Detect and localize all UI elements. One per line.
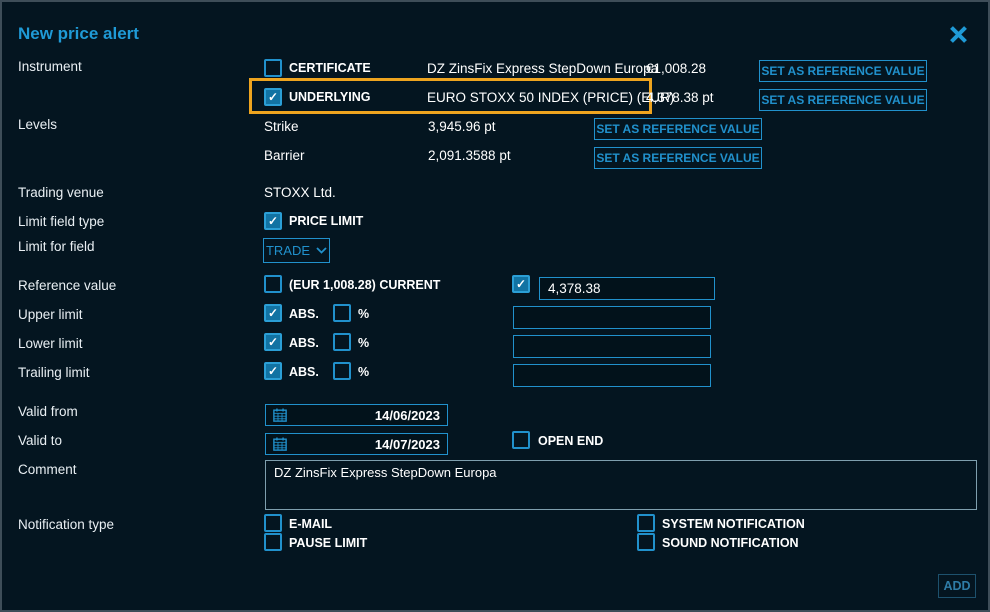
lower-limit-abs-label: ABS. [289,336,319,350]
dialog-title: New price alert [18,24,139,44]
trailing-limit-pct-label: % [358,365,369,379]
trailing-limit-pct-checkbox[interactable] [333,362,351,380]
open-end-checkbox[interactable] [512,431,530,449]
lower-limit-pct-label: % [358,336,369,350]
trailing-limit-label: Trailing limit [18,365,90,380]
price-limit-checkbox[interactable] [264,212,282,230]
sound-notification-checkbox[interactable] [637,533,655,551]
certificate-set-reference-button[interactable]: SET AS REFERENCE VALUE [759,60,927,82]
levels-label: Levels [18,117,57,132]
strike-name: Strike [264,119,299,134]
calendar-icon [273,408,287,422]
sound-notification-checkbox-label: SOUND NOTIFICATION [662,536,799,550]
valid-from-value: 14/06/2023 [293,408,440,423]
new-price-alert-dialog: New price alert Instrument CERTIFICATE D… [0,0,990,612]
upper-limit-abs-checkbox[interactable] [264,304,282,322]
reference-value-label: Reference value [18,278,116,293]
underlying-checkbox-label: UNDERLYING [289,90,371,104]
limit-for-field-selected: TRADE [266,243,310,258]
lower-limit-label: Lower limit [18,336,83,351]
certificate-checkbox-label: CERTIFICATE [289,61,371,75]
certificate-checkbox[interactable] [264,59,282,77]
trading-venue-value: STOXX Ltd. [264,185,336,200]
trailing-limit-abs-checkbox[interactable] [264,362,282,380]
upper-limit-abs-label: ABS. [289,307,319,321]
underlying-checkbox[interactable] [264,88,282,106]
valid-to-value: 14/07/2023 [293,437,440,452]
valid-from-label: Valid from [18,404,78,419]
underlying-set-reference-button[interactable]: SET AS REFERENCE VALUE [759,89,927,111]
chevron-down-icon [316,247,327,254]
underlying-price: 4,378.38 pt [646,90,714,105]
price-limit-checkbox-label: PRICE LIMIT [289,214,363,228]
system-notification-checkbox[interactable] [637,514,655,532]
certificate-name: DZ ZinsFix Express StepDown Europa [427,61,658,76]
email-checkbox-label: E-MAIL [289,517,332,531]
strike-value: 3,945.96 pt [428,119,496,134]
upper-limit-label: Upper limit [18,307,83,322]
comment-textarea[interactable]: DZ ZinsFix Express StepDown Europa [265,460,977,510]
upper-limit-input[interactable] [513,306,711,329]
open-end-checkbox-label: OPEN END [538,434,603,448]
custom-reference-checkbox[interactable] [512,275,530,293]
pause-limit-checkbox[interactable] [264,533,282,551]
strike-set-reference-button[interactable]: SET AS REFERENCE VALUE [594,118,762,140]
upper-limit-pct-checkbox[interactable] [333,304,351,322]
close-icon[interactable] [948,24,969,45]
pause-limit-checkbox-label: PAUSE LIMIT [289,536,367,550]
instrument-label: Instrument [18,59,82,74]
trailing-limit-input[interactable] [513,364,711,387]
reference-value-input[interactable] [539,277,715,300]
system-notification-checkbox-label: SYSTEM NOTIFICATION [662,517,805,531]
barrier-name: Barrier [264,148,305,163]
upper-limit-pct-label: % [358,307,369,321]
current-reference-checkbox[interactable] [264,275,282,293]
trading-venue-label: Trading venue [18,185,104,200]
underlying-name: EURO STOXX 50 INDEX (PRICE) (EUR) [427,90,674,105]
trailing-limit-abs-label: ABS. [289,365,319,379]
lower-limit-input[interactable] [513,335,711,358]
email-checkbox[interactable] [264,514,282,532]
barrier-set-reference-button[interactable]: SET AS REFERENCE VALUE [594,147,762,169]
current-reference-checkbox-label: (EUR 1,008.28) CURRENT [289,278,440,292]
valid-to-label: Valid to [18,433,62,448]
calendar-icon [273,437,287,451]
lower-limit-pct-checkbox[interactable] [333,333,351,351]
lower-limit-abs-checkbox[interactable] [264,333,282,351]
valid-to-input[interactable]: 14/07/2023 [265,433,448,455]
barrier-value: 2,091.3588 pt [428,148,511,163]
notification-type-label: Notification type [18,517,114,532]
comment-label: Comment [18,462,77,477]
limit-field-type-label: Limit field type [18,214,104,229]
certificate-price: €1,008.28 [646,61,706,76]
add-button[interactable]: ADD [938,574,976,598]
limit-for-field-dropdown[interactable]: TRADE [263,238,330,263]
limit-for-field-label: Limit for field [18,239,95,254]
valid-from-input[interactable]: 14/06/2023 [265,404,448,426]
